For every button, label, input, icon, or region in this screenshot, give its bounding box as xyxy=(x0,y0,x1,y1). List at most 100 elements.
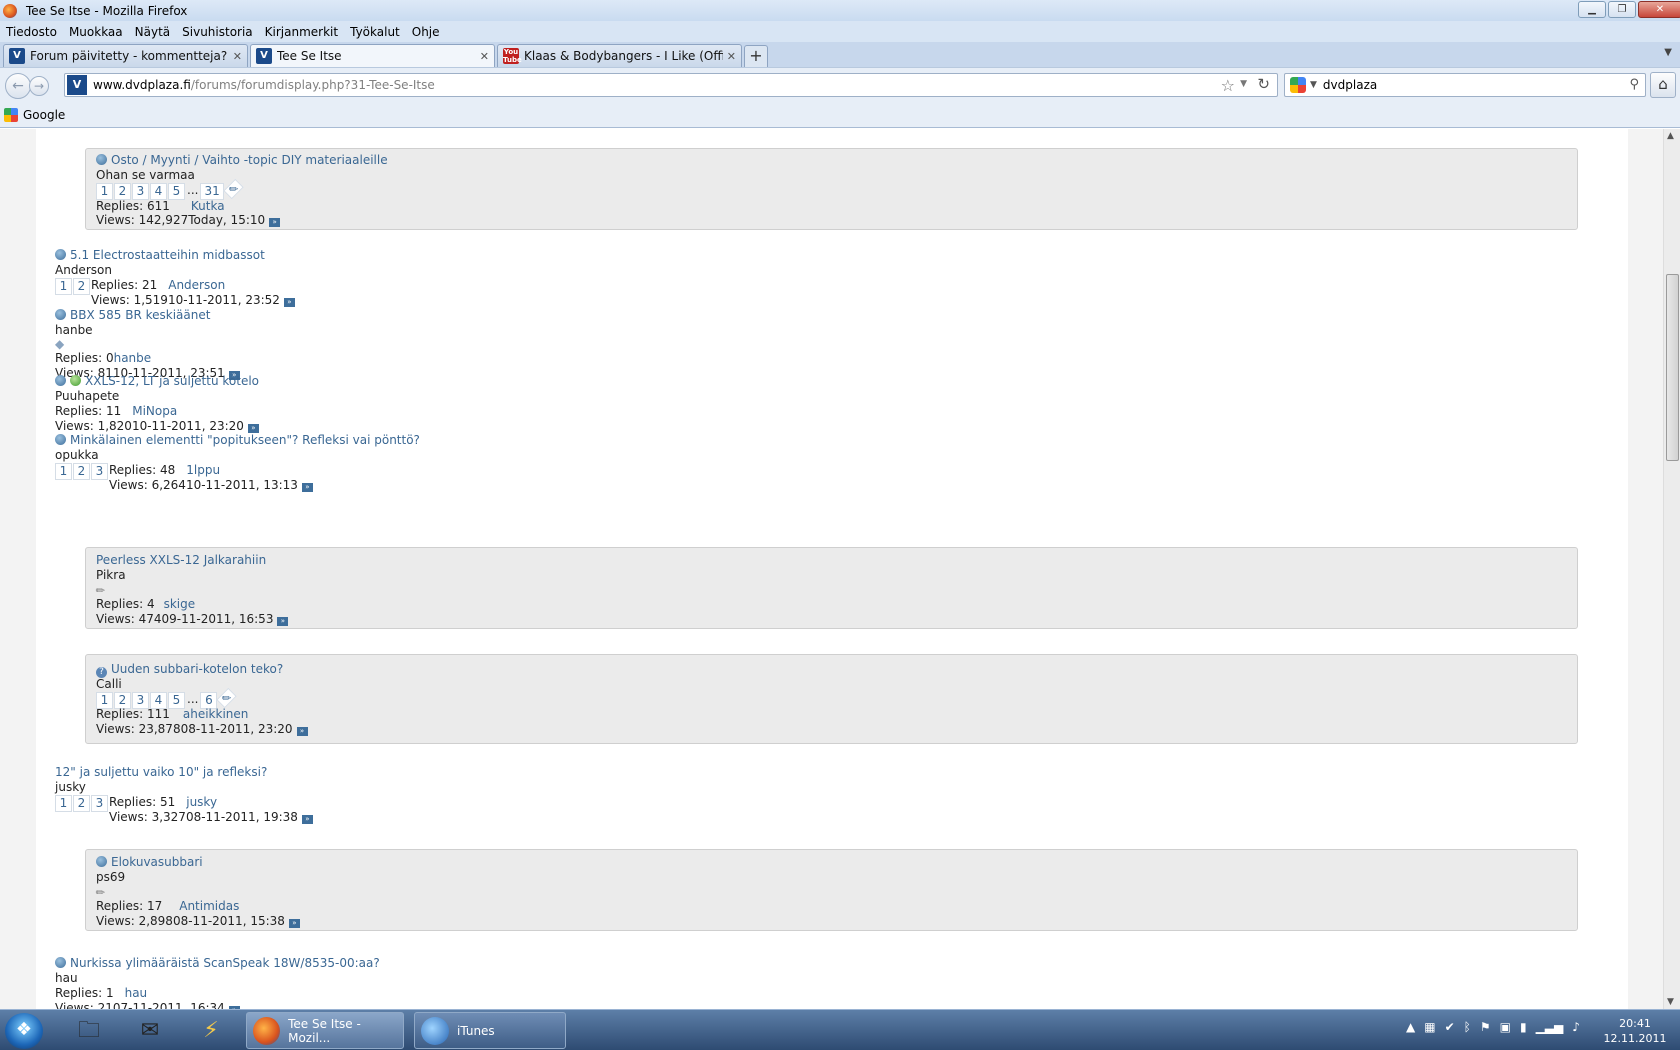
thread-title-link[interactable]: Peerless XXLS-12 Jalkarahiin xyxy=(96,553,266,567)
engine-dropdown-icon[interactable]: ▼ xyxy=(1310,80,1317,90)
page-link[interactable]: 31 xyxy=(200,183,224,200)
close-window-icon[interactable]: ✕ xyxy=(1638,1,1680,18)
winamp-icon[interactable]: ⚡ xyxy=(186,1013,236,1049)
taskbar-task-itunes[interactable]: iTunes xyxy=(414,1012,566,1049)
thread-title-link[interactable]: XXLS-12, LT ja suljettu kotelo xyxy=(85,374,259,388)
page-link[interactable]: 1 xyxy=(55,795,72,812)
thread-title-link[interactable]: Minkälainen elementti "popitukseen"? Ref… xyxy=(70,433,420,447)
volume-icon[interactable]: ♪ xyxy=(1572,1020,1580,1034)
thread-starter[interactable]: Puuhapete xyxy=(55,389,119,404)
go-to-last-post-icon[interactable]: » xyxy=(269,218,281,227)
usb-device-icon[interactable]: ▣ xyxy=(1500,1020,1511,1034)
go-to-last-post-icon[interactable]: » xyxy=(296,727,308,736)
site-identity-icon[interactable]: V xyxy=(67,75,87,95)
list-all-tabs-icon[interactable]: ▼ xyxy=(1664,47,1672,58)
page-link[interactable]: 5 xyxy=(168,183,185,200)
go-to-last-post-icon[interactable]: » xyxy=(288,919,300,928)
last-poster-link[interactable]: hau xyxy=(125,986,148,1000)
power-icon[interactable]: ▮ xyxy=(1520,1020,1527,1034)
home-button[interactable]: ⌂ xyxy=(1650,72,1676,98)
last-poster-link[interactable]: jusky xyxy=(186,795,217,809)
vertical-scrollbar[interactable]: ▲ ▼ xyxy=(1663,129,1680,1009)
last-poster-link[interactable]: 1lppu xyxy=(186,463,220,477)
minimize-icon[interactable]: ▁ xyxy=(1578,1,1606,18)
last-poster-link[interactable]: aheikkinen xyxy=(183,707,249,721)
last-poster-link[interactable]: Kutka xyxy=(191,199,225,213)
last-poster-link[interactable]: Antimidas xyxy=(179,899,239,913)
search-icon[interactable]: ⚲ xyxy=(1629,77,1639,92)
go-to-last-post-icon[interactable]: » xyxy=(247,424,259,433)
scroll-up-icon[interactable]: ▲ xyxy=(1667,131,1674,141)
page-link[interactable]: 4 xyxy=(150,183,167,200)
tab-tee-se-itse[interactable]: V Tee Se Itse ✕ xyxy=(250,44,495,67)
thread-title-link[interactable]: Uuden subbari-kotelon teko? xyxy=(111,662,283,676)
search-input[interactable]: dvdplaza xyxy=(1323,78,1377,92)
page-link[interactable]: 2 xyxy=(114,183,131,200)
menu-tiedosto[interactable]: Tiedosto xyxy=(6,25,57,39)
last-poster-link[interactable]: MiNopa xyxy=(132,404,177,418)
menu-nayta[interactable]: Näytä xyxy=(135,25,171,39)
search-box[interactable]: ▼ dvdplaza ⚲ xyxy=(1284,73,1646,97)
thread-title-link[interactable]: BBX 585 BR keskiäänet xyxy=(70,308,210,322)
action-center-flag-icon[interactable]: ⚑ xyxy=(1480,1020,1491,1034)
clock[interactable]: 20:41 12.11.2011 xyxy=(1600,1016,1670,1046)
close-tab-icon[interactable]: ✕ xyxy=(727,50,736,63)
thread-starter[interactable]: Pikra xyxy=(96,568,126,583)
page-link[interactable]: 2 xyxy=(73,795,90,812)
thread-starter[interactable]: opukka xyxy=(55,448,99,463)
network-monitor-icon[interactable]: ▦ xyxy=(1424,1020,1435,1034)
bookmark-google[interactable]: Google xyxy=(23,108,65,122)
url-bar[interactable]: V www.dvdplaza.fi/forums/forumdisplay.ph… xyxy=(64,73,1278,97)
thread-starter[interactable]: Anderson xyxy=(55,263,112,278)
forward-button[interactable]: → xyxy=(29,75,49,96)
menu-sivuhistoria[interactable]: Sivuhistoria xyxy=(182,25,253,39)
thunderbird-icon[interactable]: ✉ xyxy=(125,1013,175,1049)
menu-muokkaa[interactable]: Muokkaa xyxy=(69,25,123,39)
restore-icon[interactable]: ❐ xyxy=(1608,1,1636,18)
bookmark-star-icon[interactable]: ☆ xyxy=(1221,76,1235,95)
explorer-icon[interactable]: 🗀 xyxy=(64,1013,114,1049)
bluetooth-icon[interactable]: ᛒ xyxy=(1464,1020,1471,1034)
tab-forum-paivitetty[interactable]: V Forum päivitetty - kommentteja? Hu... … xyxy=(3,44,248,67)
thread-starter[interactable]: hanbe xyxy=(55,323,93,338)
page-link[interactable]: 3 xyxy=(91,463,108,480)
thread-title-link[interactable]: 12" ja suljettu vaiko 10" ja refleksi? xyxy=(55,765,267,779)
url-text[interactable]: www.dvdplaza.fi/forums/forumdisplay.php?… xyxy=(93,78,435,92)
tab-klaas-bodybangers[interactable]: You Tube Klaas & Bodybangers - I Like (O… xyxy=(497,44,742,67)
page-link[interactable]: 2 xyxy=(73,278,90,295)
go-to-last-post-icon[interactable]: » xyxy=(301,483,313,492)
last-poster-link[interactable]: hanbe xyxy=(114,351,152,365)
new-tab-button[interactable]: + xyxy=(744,45,768,67)
go-to-last-post-icon[interactable]: » xyxy=(301,815,313,824)
google-engine-icon[interactable] xyxy=(1290,77,1306,93)
menu-tyokalut[interactable]: Työkalut xyxy=(350,25,400,39)
start-button[interactable]: ❖ xyxy=(5,1013,43,1049)
thread-starter[interactable]: Calli xyxy=(96,677,122,692)
reload-icon[interactable]: ↻ xyxy=(1257,75,1270,93)
page-link[interactable]: 1 xyxy=(55,463,72,480)
thread-title-link[interactable]: Nurkissa ylimääräistä ScanSpeak 18W/8535… xyxy=(70,956,380,970)
thread-starter[interactable]: jusky xyxy=(55,780,86,795)
last-poster-link[interactable]: Anderson xyxy=(168,278,225,292)
scroll-down-icon[interactable]: ▼ xyxy=(1667,997,1674,1007)
last-poster-link[interactable]: skige xyxy=(164,597,196,611)
back-button[interactable]: ← xyxy=(5,72,31,99)
thread-starter[interactable]: hau xyxy=(55,971,78,986)
thread-title-link[interactable]: Osto / Myynti / Vaihto -topic DIY materi… xyxy=(111,153,388,167)
taskbar-task-firefox[interactable]: Tee Se Itse - Mozil... xyxy=(246,1012,404,1049)
url-history-dropdown-icon[interactable]: ▼ xyxy=(1240,79,1247,89)
show-hidden-icons-icon[interactable]: ▲ xyxy=(1406,1020,1415,1034)
close-tab-icon[interactable]: ✕ xyxy=(233,50,242,63)
thread-starter[interactable]: ps69 xyxy=(96,870,125,885)
close-tab-icon[interactable]: ✕ xyxy=(480,50,489,63)
thread-starter[interactable]: Ohan se varmaa xyxy=(96,168,195,183)
signal-strength-icon[interactable]: ▁▃▅ xyxy=(1536,1020,1564,1034)
security-icon[interactable]: ✔ xyxy=(1445,1020,1455,1034)
page-link[interactable]: 1 xyxy=(55,278,72,295)
page-link[interactable]: 3 xyxy=(132,183,149,200)
go-to-last-post-icon[interactable]: » xyxy=(277,617,289,626)
page-link[interactable]: 2 xyxy=(73,463,90,480)
menu-kirjanmerkit[interactable]: Kirjanmerkit xyxy=(265,25,338,39)
page-link[interactable]: 3 xyxy=(91,795,108,812)
scrollbar-thumb[interactable] xyxy=(1666,274,1679,461)
